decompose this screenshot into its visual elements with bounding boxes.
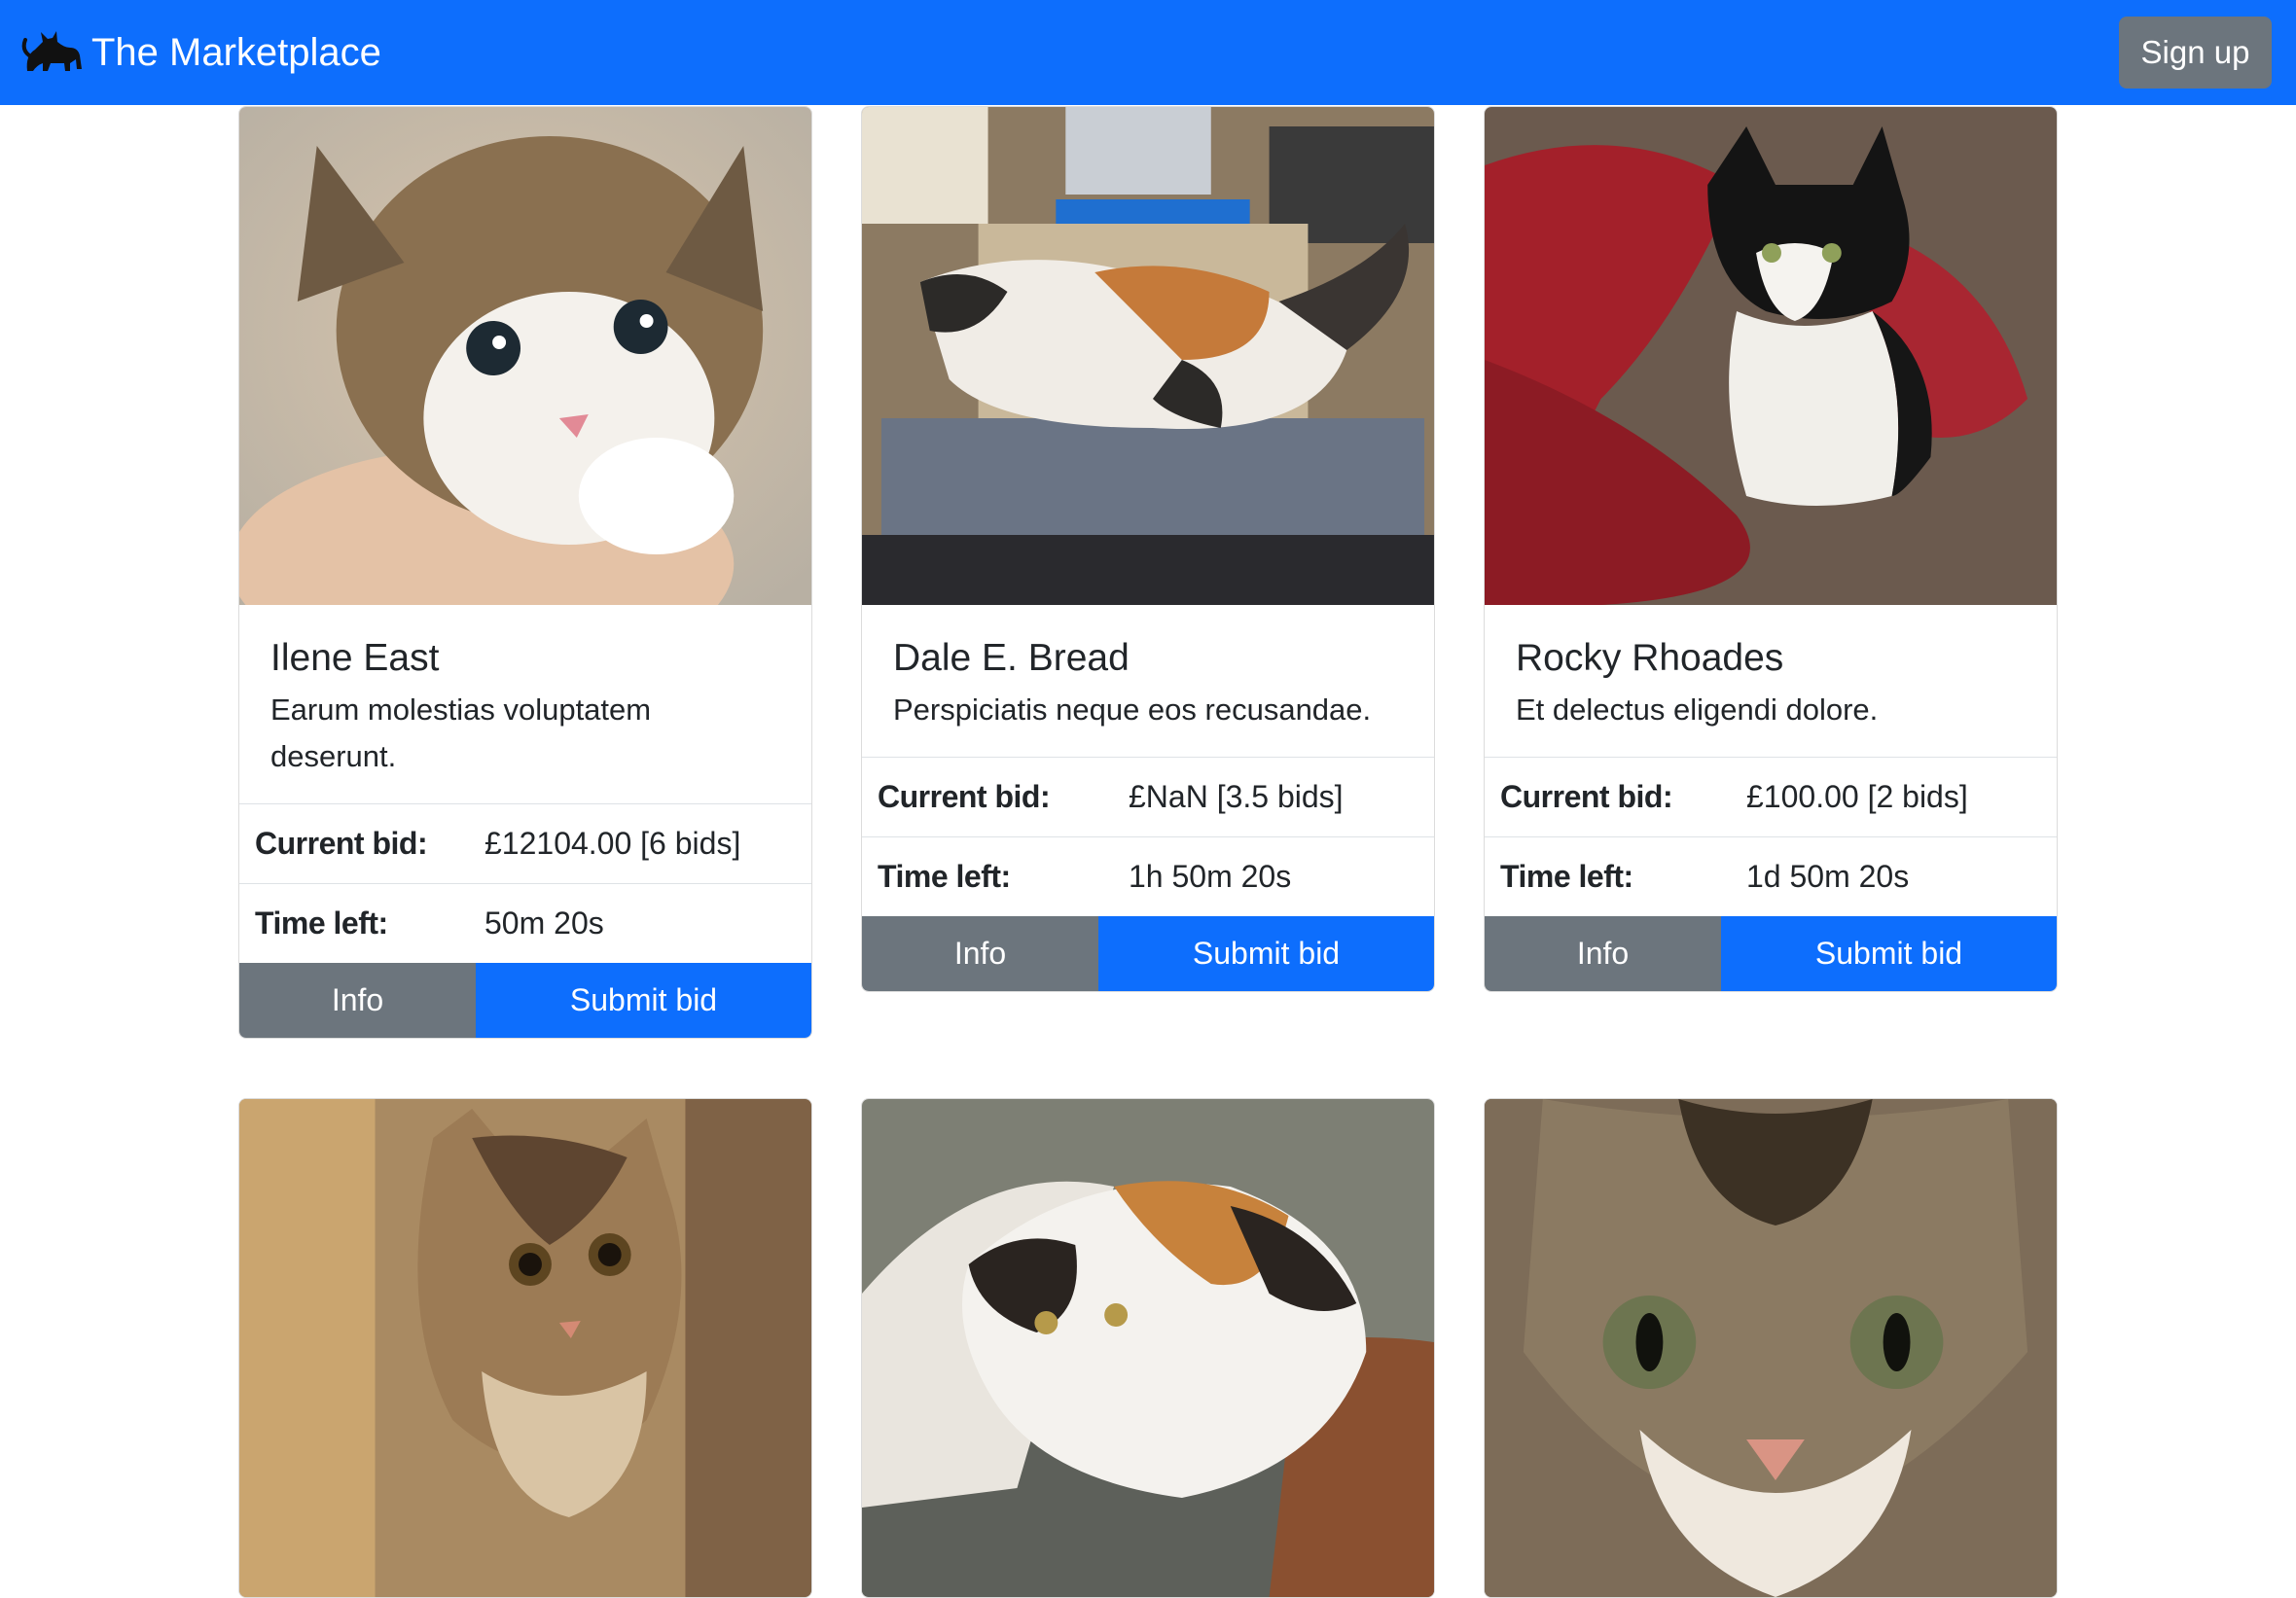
listing-name: Dale E. Bread [893,637,1130,679]
card-actions: Info Submit bid [239,963,811,1038]
current-bid-label: Current bid: [1500,779,1673,814]
current-bid-row: Current bid: £100.00 [2 bids] [1485,757,2057,836]
card-body: Dale E. Bread Perspiciatis neque eos rec… [862,605,1434,757]
listing-card: Rocky Rhoades Et delectus eligendi dolor… [1484,106,2058,992]
brand-name: The Marketplace [91,30,381,74]
current-bid-label: Current bid: [255,826,428,861]
cat-photo[interactable] [862,107,1434,605]
listing-name: Rocky Rhoades [1516,637,1784,679]
card-actions: Info Submit bid [862,916,1434,991]
time-left-row: Time left: 1h 50m 20s [862,836,1434,916]
listing-card [1484,1098,2058,1598]
time-left-label: Time left: [255,906,388,941]
time-left-value: 1h 50m 20s [1129,859,1292,894]
time-left-row: Time left: 1d 50m 20s [1485,836,2057,916]
brand-link[interactable]: The Marketplace [21,26,381,79]
listing-card: Dale E. Bread Perspiciatis neque eos rec… [861,106,1435,992]
current-bid-row: Current bid: £NaN [3.5 bids] [862,757,1434,836]
info-button[interactable]: Info [1485,916,1721,991]
cat-photo[interactable] [1485,1099,2057,1597]
listing-card: Ilene East Earum molestias voluptatem de… [238,106,812,1039]
listing-description: Et delectus eligendi dolore. [1516,692,1879,727]
cat-photo[interactable] [862,1099,1434,1597]
sign-up-button[interactable]: Sign up [2119,17,2272,89]
card-body: Rocky Rhoades Et delectus eligendi dolor… [1485,605,2057,757]
listing-description: Earum molestias voluptatem deserunt. [270,692,652,773]
submit-bid-button[interactable]: Submit bid [476,963,811,1038]
info-button[interactable]: Info [239,963,476,1038]
current-bid-row: Current bid: £12104.00 [6 bids] [239,803,811,883]
info-button[interactable]: Info [862,916,1098,991]
cat-photo[interactable] [239,107,811,605]
card-body: Ilene East Earum molestias voluptatem de… [239,605,811,803]
time-left-label: Time left: [878,859,1011,894]
navbar: The Marketplace Sign up [0,0,2296,105]
cat-photo[interactable] [1485,107,2057,605]
submit-bid-button[interactable]: Submit bid [1098,916,1434,991]
submit-bid-button[interactable]: Submit bid [1721,916,2057,991]
time-left-value: 50m 20s [484,906,604,941]
time-left-row: Time left: 50m 20s [239,883,811,963]
time-left-value: 1d 50m 20s [1746,859,1910,894]
current-bid-value: £100.00 [2 bids] [1746,779,1968,814]
listing-card [238,1098,812,1598]
time-left-label: Time left: [1500,859,1633,894]
current-bid-value: £12104.00 [6 bids] [484,826,741,861]
listing-card [861,1098,1435,1598]
current-bid-value: £NaN [3.5 bids] [1129,779,1344,814]
current-bid-label: Current bid: [878,779,1051,814]
listing-name: Ilene East [270,637,440,679]
cat-photo[interactable] [239,1099,811,1597]
card-actions: Info Submit bid [1485,916,2057,991]
cat-icon [21,31,83,71]
listing-description: Perspiciatis neque eos recusandae. [893,692,1372,727]
